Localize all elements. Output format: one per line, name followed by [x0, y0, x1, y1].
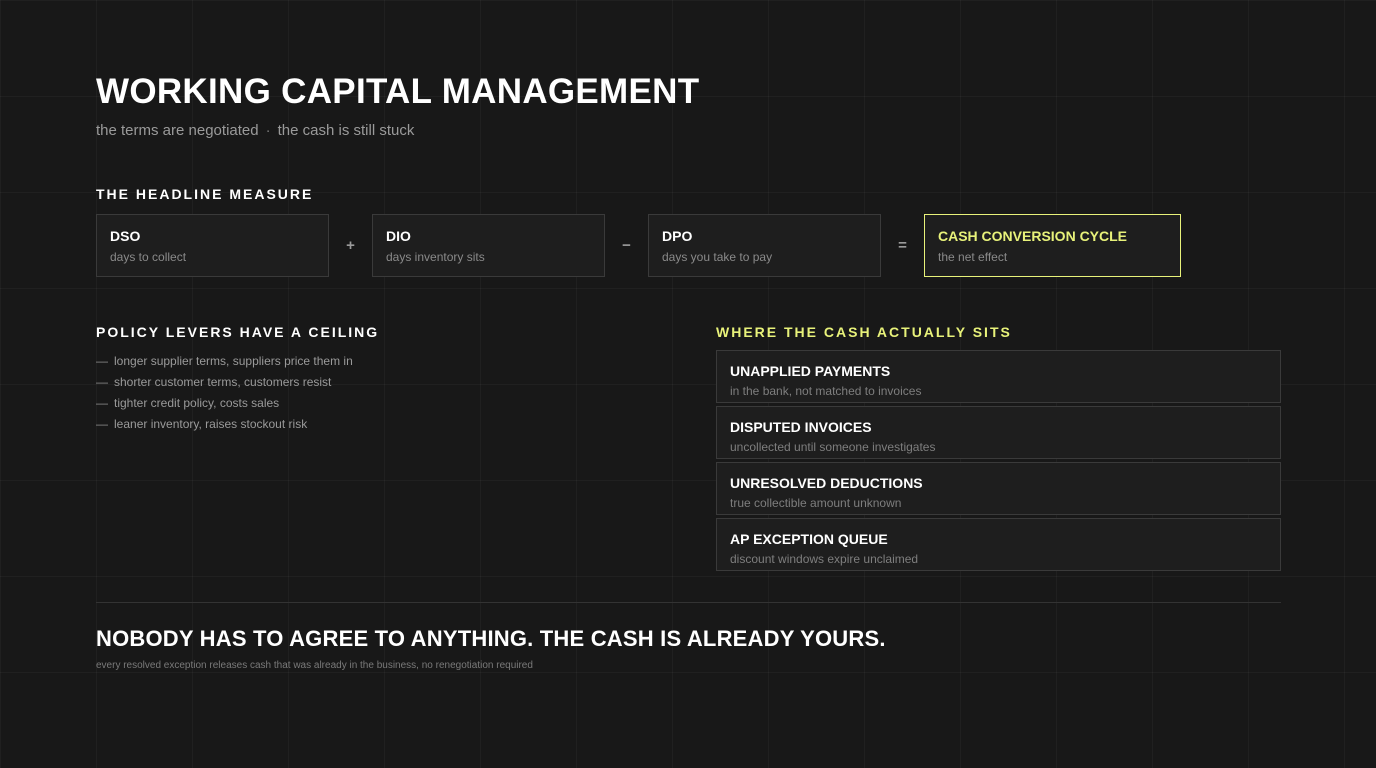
card-desc: true collectible amount unknown — [730, 496, 902, 510]
lever-text: shorter customer terms, customers resist — [114, 374, 332, 389]
dash-icon: — — [96, 353, 108, 368]
card-title: UNRESOLVED DEDUCTIONS — [730, 475, 923, 491]
lever-text: tighter credit policy, costs sales — [114, 395, 280, 410]
ccc-formula: DSO days to collect + DIO days inventory… — [96, 214, 1181, 277]
list-item: — shorter customer terms, customers resis… — [96, 371, 353, 392]
card-disputed-invoices: DISPUTED INVOICES uncollected until some… — [716, 406, 1281, 459]
card-title: AP EXCEPTION QUEUE — [730, 531, 888, 547]
term-cash-conversion-cycle: CASH CONVERSION CYCLE the net effect — [924, 214, 1181, 277]
card-desc: discount windows expire unclaimed — [730, 552, 919, 566]
card-desc: uncollected until someone investigates — [730, 440, 936, 454]
levers-list: — longer supplier terms, suppliers price … — [96, 350, 353, 434]
headline-section-label: THE HEADLINE MEASURE — [96, 186, 314, 202]
plus-operator: + — [346, 237, 355, 254]
term-name: DIO — [386, 228, 411, 244]
list-item: — tighter credit policy, costs sales — [96, 392, 353, 413]
term-desc: the net effect — [938, 250, 1008, 264]
lever-text: leaner inventory, raises stockout risk — [114, 416, 308, 431]
card-desc: in the bank, not matched to invoices — [730, 384, 922, 398]
subtitle-separator: · — [265, 122, 271, 139]
dash-icon: — — [96, 416, 108, 431]
term-name: CASH CONVERSION CYCLE — [938, 228, 1128, 244]
cash-section-label: WHERE THE CASH ACTUALLY SITS — [716, 324, 1012, 340]
term-desc: days to collect — [110, 250, 187, 264]
subtitle-right: the cash is still stuck — [277, 122, 415, 139]
list-item: — leaner inventory, raises stockout risk — [96, 413, 353, 434]
term-dso: DSO days to collect — [96, 214, 329, 277]
equals-operator: = — [898, 237, 907, 254]
card-unapplied-payments: UNAPPLIED PAYMENTS in the bank, not matc… — [716, 350, 1281, 403]
card-ap-exception-queue: AP EXCEPTION QUEUE discount windows expi… — [716, 518, 1281, 571]
slide: WORKING CAPITAL MANAGEMENT the terms are… — [96, 0, 1281, 768]
term-dio: DIO days inventory sits — [372, 214, 605, 277]
term-name: DSO — [110, 228, 141, 244]
lever-text: longer supplier terms, suppliers price t… — [114, 353, 353, 368]
card-title: UNAPPLIED PAYMENTS — [730, 363, 891, 379]
page-subtitle: the terms are negotiated · the cash is sti… — [96, 122, 414, 139]
cash-location-list: UNAPPLIED PAYMENTS in the bank, not matc… — [716, 350, 1281, 574]
card-title: DISPUTED INVOICES — [730, 419, 872, 435]
term-name: DPO — [662, 228, 693, 244]
page-title: WORKING CAPITAL MANAGEMENT — [96, 72, 700, 111]
list-item: — longer supplier terms, suppliers price … — [96, 350, 353, 371]
dash-icon: — — [96, 395, 108, 410]
divider — [96, 602, 1281, 603]
term-dpo: DPO days you take to pay — [648, 214, 881, 277]
minus-operator: − — [622, 237, 631, 254]
term-desc: days inventory sits — [386, 250, 485, 264]
card-unresolved-deductions: UNRESOLVED DEDUCTIONS true collectible a… — [716, 462, 1281, 515]
footer-headline: NOBODY HAS TO AGREE TO ANYTHING. THE CAS… — [96, 626, 886, 651]
subtitle-left: the terms are negotiated — [96, 122, 259, 139]
dash-icon: — — [96, 374, 108, 389]
term-desc: days you take to pay — [662, 250, 773, 264]
levers-section-label: POLICY LEVERS HAVE A CEILING — [96, 324, 380, 340]
footer-note: every resolved exception releases cash t… — [96, 660, 533, 671]
